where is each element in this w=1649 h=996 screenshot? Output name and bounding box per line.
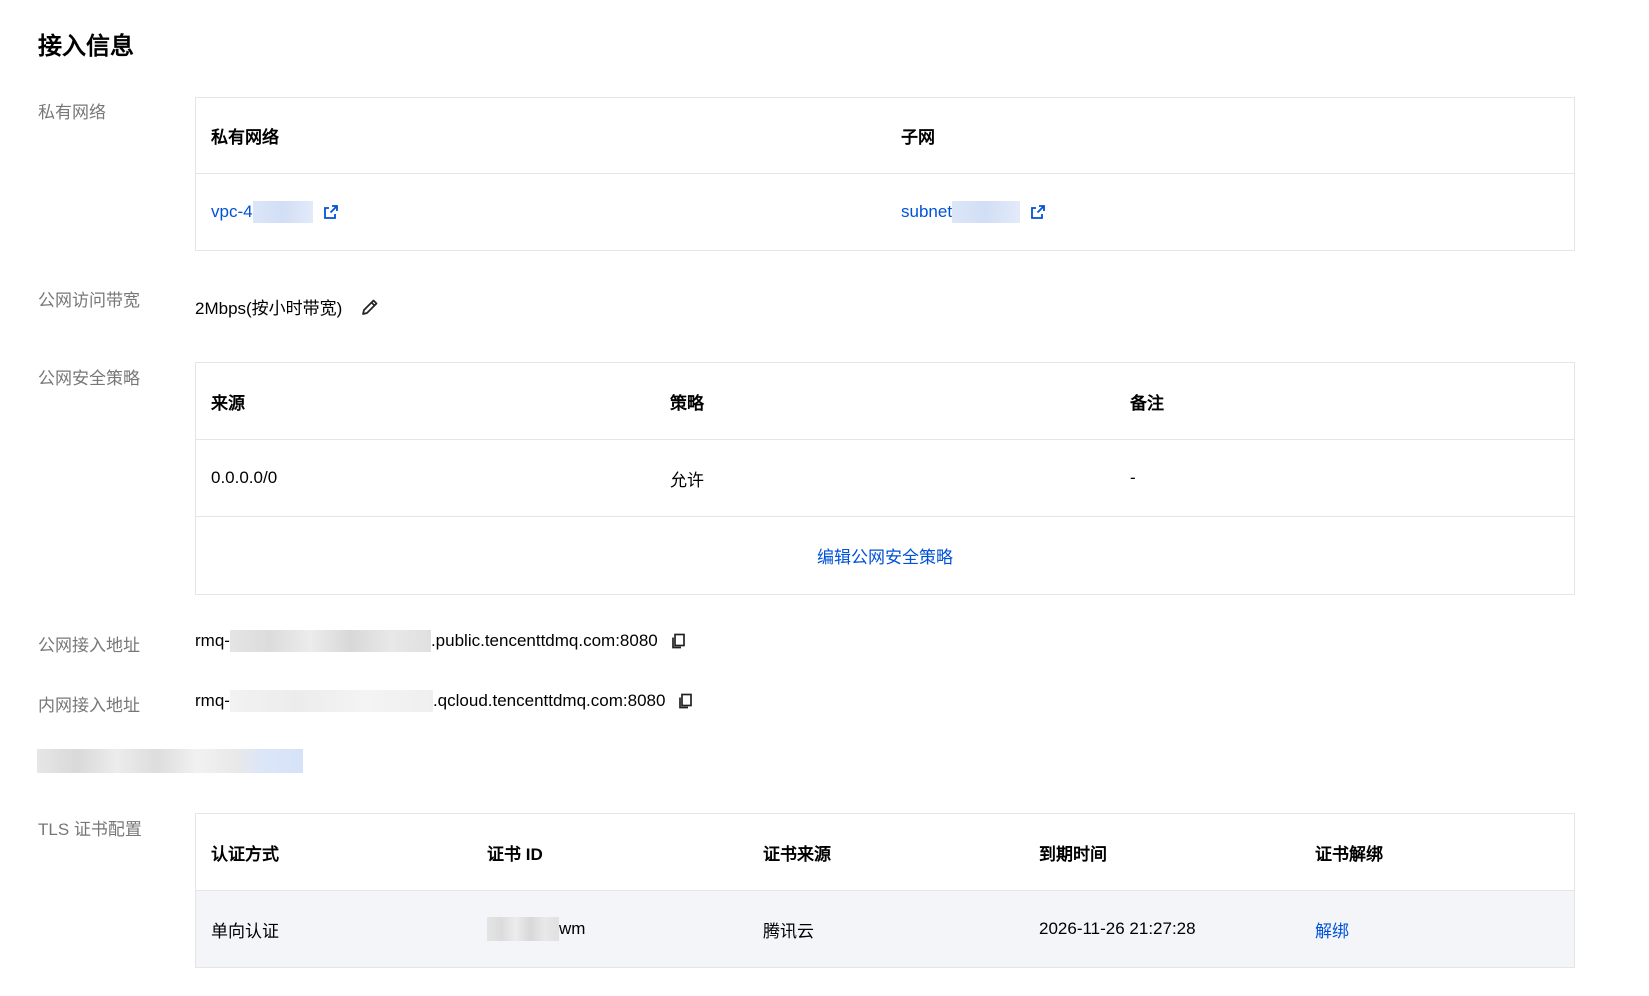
source-cell: 0.0.0.0/0 <box>211 468 278 487</box>
unbind-link[interactable]: 解绑 <box>1315 891 1349 967</box>
subnet-cell: subnet <box>901 174 1046 250</box>
header-unbind: 证书解绑 <box>1315 844 1383 864</box>
security-table: 来源 策略 备注 0.0.0.0/0 允许 - 编辑公网安全策略 <box>195 362 1575 595</box>
policy-cell: 允许 <box>670 470 704 490</box>
public-address-suffix: .public.tencenttdmq.com:8080 <box>430 631 658 650</box>
tls-label: TLS 证书配置 <box>38 820 142 839</box>
vpc-table: 私有网络 子网 vpc-4 subnet <box>195 97 1575 251</box>
table-header-row: 私有网络 子网 <box>196 98 1574 173</box>
header-vpc: 私有网络 <box>211 128 279 147</box>
public-address-line: rmq- .public.tencenttdmq.com:8080 <box>195 630 686 652</box>
copy-public-address-button[interactable] <box>670 633 686 650</box>
header-expire: 到期时间 <box>1039 844 1107 864</box>
table-header-row: 来源 策略 备注 <box>196 363 1574 439</box>
redacted-area <box>229 690 433 712</box>
subnet-link[interactable]: subnet <box>901 202 952 222</box>
cert-id-cell: wm <box>487 891 585 967</box>
vpc-link[interactable]: vpc-4 <box>211 202 253 222</box>
header-subnet: 子网 <box>901 128 935 147</box>
expire-cell: 2026-11-26 21:27:28 <box>1039 919 1196 938</box>
bandwidth-label: 公网访问带宽 <box>38 291 140 310</box>
copy-icon <box>671 633 685 648</box>
table-row: 0.0.0.0/0 允许 - <box>196 439 1574 516</box>
copy-icon <box>679 693 693 708</box>
header-source: 来源 <box>211 393 245 413</box>
private-address-label: 内网接入地址 <box>38 696 140 715</box>
copy-private-address-button[interactable] <box>677 693 693 710</box>
external-link-icon[interactable] <box>323 204 339 220</box>
cert-id-suffix: wm <box>559 919 586 938</box>
edit-bandwidth-button[interactable] <box>360 297 380 317</box>
auth-cell: 单向认证 <box>211 921 279 941</box>
tls-table: 认证方式 证书 ID 证书来源 到期时间 证书解绑 单向认证 wm 腾讯云 20… <box>195 813 1575 968</box>
redacted-area <box>229 630 431 652</box>
redacted-area <box>252 201 313 223</box>
edit-security-policy-link[interactable]: 编辑公网安全策略 <box>196 517 1574 594</box>
header-cert-source: 证书来源 <box>763 844 831 864</box>
table-row: vpc-4 subnet <box>196 173 1574 250</box>
security-label: 公网安全策略 <box>38 369 140 388</box>
edit-row: 编辑公网安全策略 <box>196 516 1574 594</box>
private-address-line: rmq- .qcloud.tencenttdmq.com:8080 <box>195 690 693 712</box>
redacted-area <box>487 917 559 941</box>
header-cert-id: 证书 ID <box>487 844 543 864</box>
header-remark: 备注 <box>1130 393 1164 413</box>
table-header-row: 认证方式 证书 ID 证书来源 到期时间 证书解绑 <box>196 814 1574 890</box>
pencil-icon <box>362 299 378 315</box>
bandwidth-value-line: 2Mbps(按小时带宽) <box>195 294 380 319</box>
redacted-field <box>37 749 303 773</box>
header-policy: 策略 <box>670 393 704 413</box>
redacted-area <box>952 201 1021 223</box>
cert-source-cell: 腾讯云 <box>763 921 814 941</box>
vpc-cell: vpc-4 <box>211 174 339 250</box>
header-auth: 认证方式 <box>211 844 279 864</box>
private-address-suffix: .qcloud.tencenttdmq.com:8080 <box>432 691 666 710</box>
public-address-prefix: rmq- <box>195 631 230 650</box>
vpc-label: 私有网络 <box>38 103 106 122</box>
page-title: 接入信息 <box>38 32 134 60</box>
bandwidth-value: 2Mbps(按小时带宽) <box>195 299 343 318</box>
table-row: 单向认证 wm 腾讯云 2026-11-26 21:27:28 解绑 <box>196 890 1574 967</box>
public-address-label: 公网接入地址 <box>38 636 140 655</box>
remark-cell: - <box>1130 468 1136 487</box>
private-address-prefix: rmq- <box>195 691 230 710</box>
external-link-icon[interactable] <box>1030 204 1046 220</box>
